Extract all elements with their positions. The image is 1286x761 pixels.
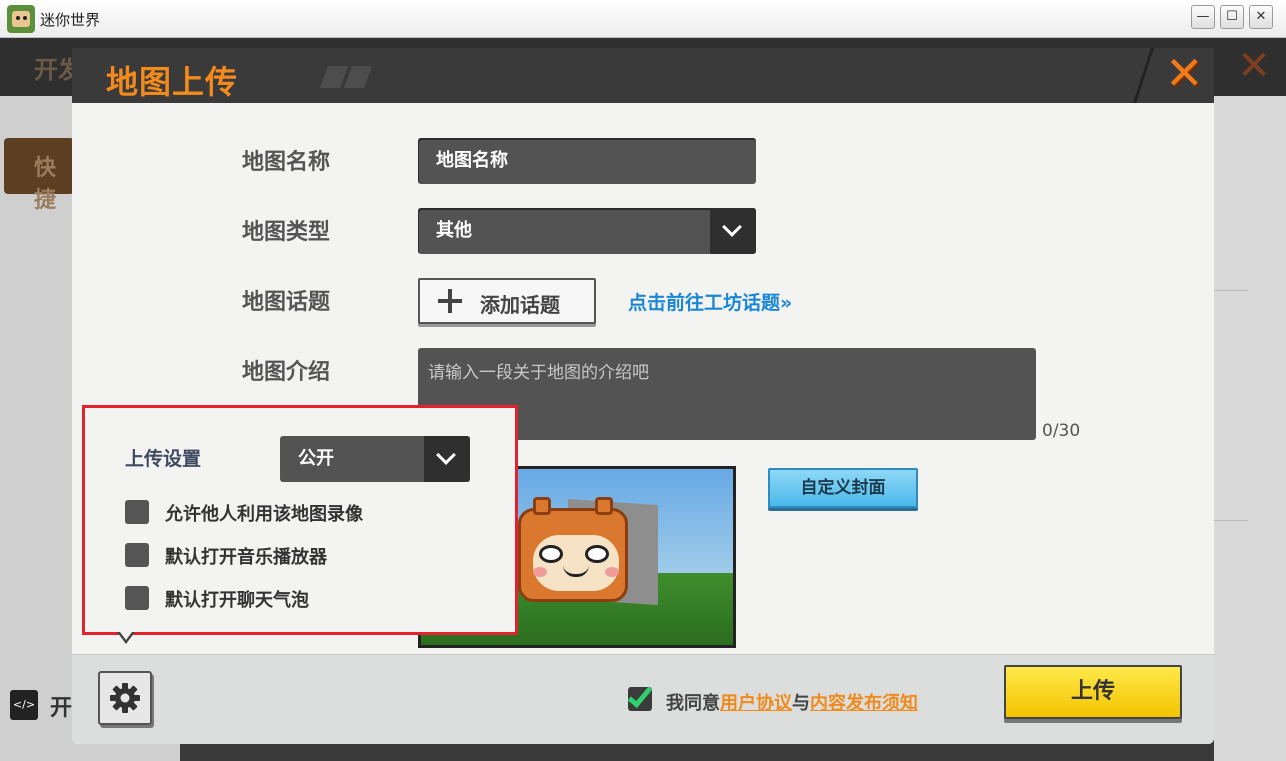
- map-type-value: 其他: [436, 220, 472, 241]
- music-player-checkbox[interactable]: [125, 543, 149, 567]
- dialog-footer: 我同意用户协议与内容发布须知 上传: [72, 654, 1214, 744]
- agree-and: 与: [792, 693, 810, 714]
- popover-pointer-inner: [120, 632, 132, 640]
- window-title: 迷你世界: [40, 11, 101, 29]
- check-icon: [627, 681, 653, 709]
- background-right-panel: [1214, 96, 1286, 761]
- settings-button[interactable]: [98, 671, 152, 725]
- chevron-down-icon[interactable]: [710, 208, 756, 254]
- user-agreement-link[interactable]: 用户协议: [720, 693, 792, 714]
- add-topic-label: 添加话题: [480, 293, 560, 317]
- upload-button[interactable]: 上传: [1004, 665, 1182, 719]
- map-upload-dialog: 地图上传 ✕ 地图名称 地图名称 地图类型 其他 地图话题 添加话题 点击前往工…: [72, 48, 1214, 744]
- maximize-button[interactable]: ☐: [1220, 5, 1244, 29]
- dialog-header: 地图上传 ✕: [72, 48, 1214, 103]
- background-divider: [1214, 520, 1248, 521]
- visibility-value: 公开: [298, 448, 334, 469]
- map-topic-label: 地图话题: [242, 290, 331, 315]
- background-dev-label: 开: [50, 696, 73, 721]
- content-notice-link[interactable]: 内容发布须知: [810, 693, 918, 714]
- window-close-button[interactable]: ✕: [1249, 5, 1273, 29]
- map-name-input[interactable]: 地图名称: [418, 138, 756, 184]
- custom-cover-button[interactable]: 自定义封面: [768, 468, 918, 508]
- background-divider: [1214, 290, 1248, 291]
- dialog-close-button[interactable]: ✕: [1157, 48, 1214, 100]
- upload-settings-label: 上传设置: [125, 448, 202, 470]
- code-icon[interactable]: </>: [10, 690, 38, 720]
- map-intro-label: 地图介绍: [242, 360, 331, 385]
- allow-recording-checkbox[interactable]: [125, 500, 149, 524]
- add-topic-button[interactable]: 添加话题: [418, 278, 596, 324]
- gear-icon: [110, 683, 140, 713]
- close-icon: ✕: [1165, 48, 1204, 100]
- window-titlebar: 迷你世界 — ☐ ✕: [0, 0, 1286, 38]
- music-player-label: 默认打开音乐播放器: [165, 547, 327, 568]
- visibility-select[interactable]: 公开: [280, 436, 470, 482]
- chat-bubble-label: 默认打开聊天气泡: [165, 590, 309, 611]
- workshop-topic-link[interactable]: 点击前往工坊话题»: [628, 288, 792, 315]
- allow-recording-label: 允许他人利用该地图录像: [165, 504, 363, 525]
- agree-prefix: 我同意: [666, 693, 720, 714]
- chevron-down-icon[interactable]: [424, 436, 470, 482]
- mascot-icon: [518, 497, 628, 602]
- map-name-label: 地图名称: [242, 150, 331, 175]
- agree-statement: 我同意用户协议与内容发布须知: [666, 689, 918, 715]
- background-quick-button[interactable]: 快捷: [4, 138, 74, 213]
- map-type-label: 地图类型: [242, 220, 331, 245]
- upload-settings-popover: 上传设置 公开 允许他人利用该地图录像 默认打开音乐播放器 默认打开聊天气泡: [82, 405, 518, 635]
- background-close-icon[interactable]: ✕: [1232, 46, 1276, 86]
- map-type-select[interactable]: 其他: [418, 208, 756, 254]
- intro-char-counter: 0/30: [1042, 421, 1081, 441]
- dialog-title: 地图上传: [106, 63, 239, 101]
- minimize-button[interactable]: —: [1191, 5, 1215, 29]
- agree-checkbox[interactable]: [627, 681, 653, 711]
- app-logo-icon: [7, 5, 35, 33]
- plus-icon: [438, 289, 462, 313]
- chat-bubble-checkbox[interactable]: [125, 586, 149, 610]
